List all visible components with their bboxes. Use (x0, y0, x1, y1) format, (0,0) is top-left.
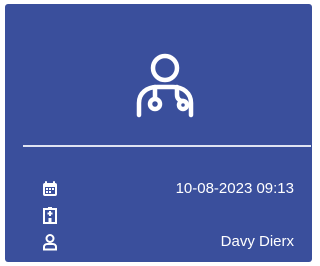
appointment-card[interactable]: 10-08-2023 09:13 Davy Dierx (5, 4, 312, 262)
hospital-building-icon (43, 207, 57, 224)
location-row (41, 203, 294, 227)
divider (23, 145, 311, 147)
user-icon (43, 234, 57, 251)
appointment-datetime: 10-08-2023 09:13 (175, 180, 294, 197)
calendar-icon (43, 181, 57, 196)
doctor-stethoscope-icon (136, 53, 194, 118)
datetime-row: 10-08-2023 09:13 (41, 177, 294, 201)
user-name: Davy Dierx (220, 233, 294, 250)
user-row: Davy Dierx (41, 230, 294, 254)
